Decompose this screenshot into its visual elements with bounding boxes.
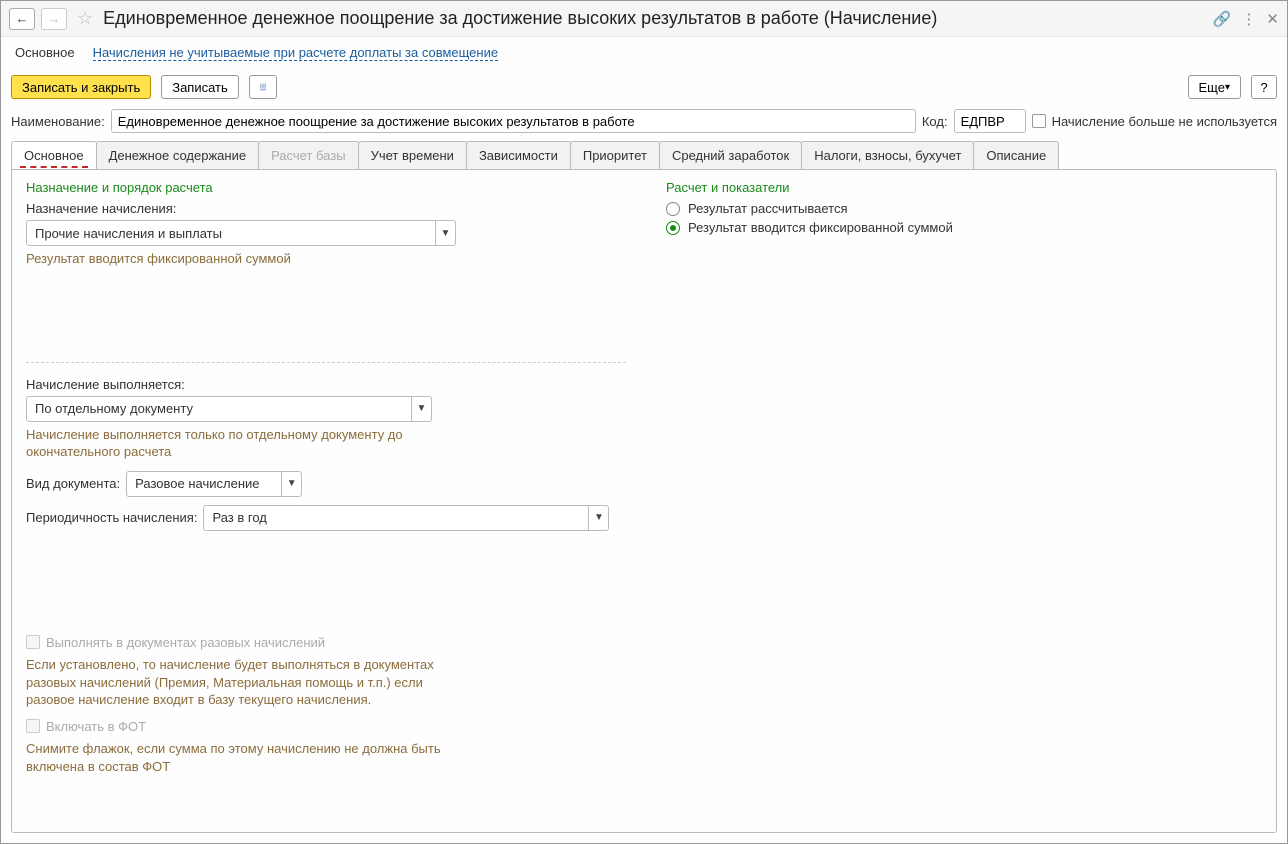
- more-button[interactable]: Еще: [1188, 75, 1241, 99]
- app-window: ← → ☆ Единовременное денежное поощрение …: [0, 0, 1288, 844]
- name-input[interactable]: [111, 109, 916, 133]
- period-select[interactable]: Раз в год ▼: [203, 505, 609, 531]
- code-input[interactable]: [954, 109, 1026, 133]
- save-and-close-button[interactable]: Записать и закрыть: [11, 75, 151, 99]
- top-nav: Основное Начисления не учитываемые при р…: [1, 37, 1287, 71]
- section-assign-title: Назначение и порядок расчета: [26, 180, 626, 195]
- doctype-select[interactable]: Разовое начисление ▼: [126, 471, 302, 497]
- tabs: Основное Денежное содержание Расчет базы…: [11, 141, 1277, 169]
- tab-base[interactable]: Расчет базы: [258, 141, 359, 169]
- report-icon-button[interactable]: [249, 75, 277, 99]
- chevron-down-icon[interactable]: ▼: [588, 506, 608, 530]
- tab-priority[interactable]: Приоритет: [570, 141, 660, 169]
- titlebar: ← → ☆ Единовременное денежное поощрение …: [1, 1, 1287, 37]
- kebab-menu-icon[interactable]: ⋮: [1241, 10, 1256, 28]
- name-label: Наименование:: [11, 114, 105, 129]
- not-used-checkbox-row[interactable]: Начисление больше не используется: [1032, 114, 1277, 129]
- favorite-star-icon[interactable]: ☆: [77, 8, 93, 29]
- right-column: Расчет и показатели Результат рассчитыва…: [666, 180, 1262, 822]
- back-button[interactable]: ←: [9, 8, 35, 30]
- tab-desc[interactable]: Описание: [973, 141, 1059, 169]
- tab-taxes[interactable]: Налоги, взносы, бухучет: [801, 141, 974, 169]
- chk2-label: Включать в ФОТ: [46, 719, 146, 734]
- assign-select-value: Прочие начисления и выплаты: [27, 221, 435, 245]
- left-column: Назначение и порядок расчета Назначение …: [26, 180, 626, 822]
- chevron-down-icon[interactable]: ▼: [435, 221, 455, 245]
- header-fields: Наименование: Код: Начисление больше не …: [1, 107, 1287, 141]
- toolbar: Записать и закрыть Записать Еще ?: [1, 71, 1287, 107]
- chk2-note: Снимите флажок, если сумма по этому начи…: [26, 740, 446, 775]
- close-icon[interactable]: ✕: [1266, 10, 1279, 28]
- section-calc-title: Расчет и показатели: [666, 180, 1262, 195]
- chk1-note: Если установлено, то начисление будет вы…: [26, 656, 446, 709]
- assign-note: Результат вводится фиксированной суммой: [26, 250, 446, 268]
- period-select-value: Раз в год: [204, 506, 588, 530]
- assign-label: Назначение начисления:: [26, 201, 176, 216]
- radio-fixed-row[interactable]: Результат вводится фиксированной суммой: [666, 220, 1262, 235]
- tab-deps[interactable]: Зависимости: [466, 141, 571, 169]
- code-label: Код:: [922, 114, 948, 129]
- chk-perform-in-docs: [26, 635, 40, 649]
- tab-money[interactable]: Денежное содержание: [96, 141, 259, 169]
- tab-main[interactable]: Основное: [11, 141, 97, 169]
- tab-body: Назначение и порядок расчета Назначение …: [11, 169, 1277, 833]
- radio-calc-label: Результат рассчитывается: [688, 201, 848, 216]
- not-used-label: Начисление больше не используется: [1052, 114, 1277, 129]
- chevron-down-icon[interactable]: ▼: [281, 472, 301, 496]
- topnav-link[interactable]: Начисления не учитываемые при расчете до…: [93, 45, 499, 61]
- chk1-label: Выполнять в документах разовых начислени…: [46, 635, 325, 650]
- chk2-row: Включать в ФОТ: [26, 719, 146, 734]
- radio-fixed[interactable]: [666, 221, 680, 235]
- tab-time[interactable]: Учет времени: [358, 141, 467, 169]
- radio-calc-row[interactable]: Результат рассчитывается: [666, 201, 1262, 216]
- assign-select[interactable]: Прочие начисления и выплаты ▼: [26, 220, 456, 246]
- perform-select[interactable]: По отдельному документу ▼: [26, 396, 432, 422]
- topnav-active[interactable]: Основное: [15, 45, 75, 60]
- radio-calculated[interactable]: [666, 202, 680, 216]
- divider: [26, 362, 626, 363]
- radio-fixed-label: Результат вводится фиксированной суммой: [688, 220, 953, 235]
- chk-include-fot: [26, 719, 40, 733]
- period-label: Периодичность начисления:: [26, 510, 197, 525]
- perform-select-value: По отдельному документу: [27, 397, 411, 421]
- help-button[interactable]: ?: [1251, 75, 1277, 99]
- perform-note: Начисление выполняется только по отдельн…: [26, 426, 446, 461]
- forward-button[interactable]: →: [41, 8, 67, 30]
- save-button[interactable]: Записать: [161, 75, 239, 99]
- link-icon[interactable]: 🔗: [1213, 10, 1232, 28]
- window-title: Единовременное денежное поощрение за дос…: [103, 8, 1207, 29]
- chk1-row: Выполнять в документах разовых начислени…: [26, 635, 325, 650]
- doctype-select-value: Разовое начисление: [127, 472, 281, 496]
- chevron-down-icon[interactable]: ▼: [411, 397, 431, 421]
- perform-label: Начисление выполняется:: [26, 377, 185, 392]
- doctype-label: Вид документа:: [26, 476, 120, 491]
- not-used-checkbox[interactable]: [1032, 114, 1046, 128]
- tab-avg[interactable]: Средний заработок: [659, 141, 802, 169]
